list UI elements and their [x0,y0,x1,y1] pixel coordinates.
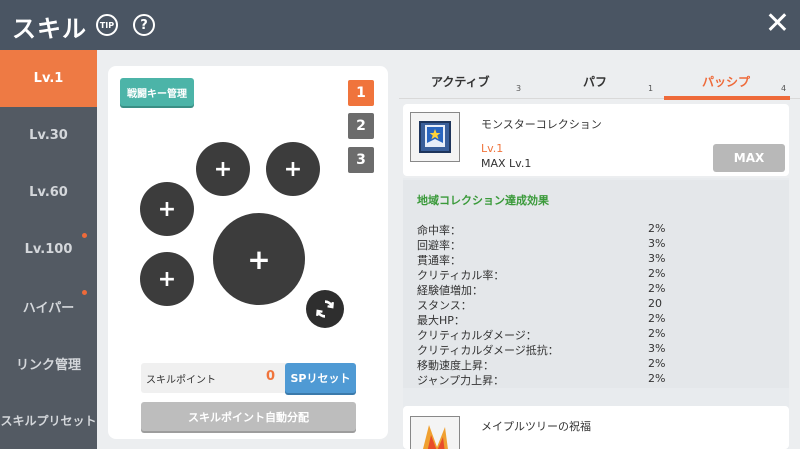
stat-row: ジャンプ力上昇： 2% [417,372,666,387]
sidebar-item-label: ハイパー [22,301,75,316]
tab-buff[interactable]: パフ 1 [531,60,661,100]
skill-max-level: MAX Lv.1 [481,157,532,170]
stat-row: 経験値増加： 2% [417,282,666,297]
sidebar-item-label: Lv.1 [33,71,64,86]
sidebar-item-label: Lv.100 [24,242,73,257]
auto-assign-button[interactable]: スキルポイント自動分配 [141,402,356,431]
skill-slot-main[interactable]: + [213,213,305,305]
sidebar-item-lv60[interactable]: Lv.60 [0,164,97,221]
effect-title: 地域コレクション達成効果 [417,194,549,207]
stat-row: 回避率： 3% [417,237,666,252]
monster-collection-icon [410,112,460,162]
skill-slot-panel: 戦闘キー管理 1 2 3 + + + + + スキルポイント 0 SPリセット … [108,66,388,439]
sidebar: Lv.1 Lv.30 Lv.60 Lv.100 ハイパー リンク管理 スキルプリ… [0,50,97,449]
preset-2-button[interactable]: 2 [348,113,374,139]
sidebar-item-lv30[interactable]: Lv.30 [0,107,97,164]
rotate-icon[interactable] [306,290,344,328]
active-tab-indicator [664,96,790,100]
skill-point-value: 0 [266,369,276,384]
tab-count: 4 [781,84,787,93]
help-button[interactable]: ? [133,14,155,36]
tab-label: アクティブ [431,75,490,89]
tab-count: 3 [516,84,522,93]
tab-active[interactable]: アクティブ 3 [399,60,529,100]
sp-reset-button[interactable]: SPリセット [285,363,356,393]
maple-tree-icon [410,416,460,449]
tip-button[interactable]: TIP [96,14,118,36]
stat-row: クリティカルダメージ： 2% [417,327,666,342]
sidebar-item-label: リンク管理 [15,358,81,373]
stat-row: 貫通率： 3% [417,252,666,267]
max-button[interactable]: MAX [713,144,785,172]
header-bar: スキル TIP ? ✕ [0,0,800,50]
key-manage-button[interactable]: 戦闘キー管理 [120,78,194,106]
skill-list-panel: アクティブ 3 パフ 1 パッシプ 4 モンスターコレクション Lv.1 MAX… [399,60,800,449]
preset-1-button[interactable]: 1 [348,80,374,106]
notification-dot [82,290,87,295]
sidebar-item-hyper[interactable]: ハイパー [0,278,97,335]
preset-3-button[interactable]: 3 [348,147,374,173]
sidebar-item-preset[interactable]: スキルプリセット [0,392,97,449]
notification-dot [82,233,87,238]
skill-card[interactable]: モンスターコレクション Lv.1 MAX Lv.1 MAX [403,104,789,176]
tab-label: パッシプ [702,75,751,89]
stat-row: クリティカルダメージ抵抗： 3% [417,342,666,357]
skill-point-row: スキルポイント 0 SPリセット [141,363,356,393]
skill-name: メイプルツリーの祝福 [481,420,591,433]
sidebar-item-lv100[interactable]: Lv.100 [0,221,97,278]
skill-slot[interactable]: + [140,182,194,236]
effect-panel: 地域コレクション達成効果 命中率： 2% 回避率： 3% 貫通率： 3% クリティカル… [403,180,789,388]
skill-slot[interactable]: + [266,142,320,196]
stat-row: 移動速度上昇： 2% [417,357,666,372]
stat-row: クリティカル率： 2% [417,267,666,282]
skill-level: Lv.1 [481,142,504,155]
skill-point-label: スキルポイント [146,375,216,386]
tab-label: パフ [583,75,608,89]
sidebar-item-lv1[interactable]: Lv.1 [0,50,97,107]
stat-row: 命中率： 2% [417,222,666,237]
stat-row: 最大HP： 2% [417,312,666,327]
skill-name: モンスターコレクション [481,118,602,131]
sidebar-item-label: Lv.60 [29,185,68,200]
stat-row: スタンス： 20 [417,297,662,312]
skill-card[interactable]: メイプルツリーの祝福 [403,406,789,449]
sidebar-item-label: Lv.30 [29,128,68,143]
skill-slot[interactable]: + [196,142,250,196]
sidebar-item-link[interactable]: リンク管理 [0,335,97,392]
skill-slot[interactable]: + [140,252,194,306]
page-title: スキル [12,15,87,43]
close-button[interactable]: ✕ [765,6,790,42]
sidebar-item-label: スキルプリセット [0,414,97,428]
tab-count: 1 [648,84,654,93]
tab-passive[interactable]: パッシプ 4 [664,60,794,100]
